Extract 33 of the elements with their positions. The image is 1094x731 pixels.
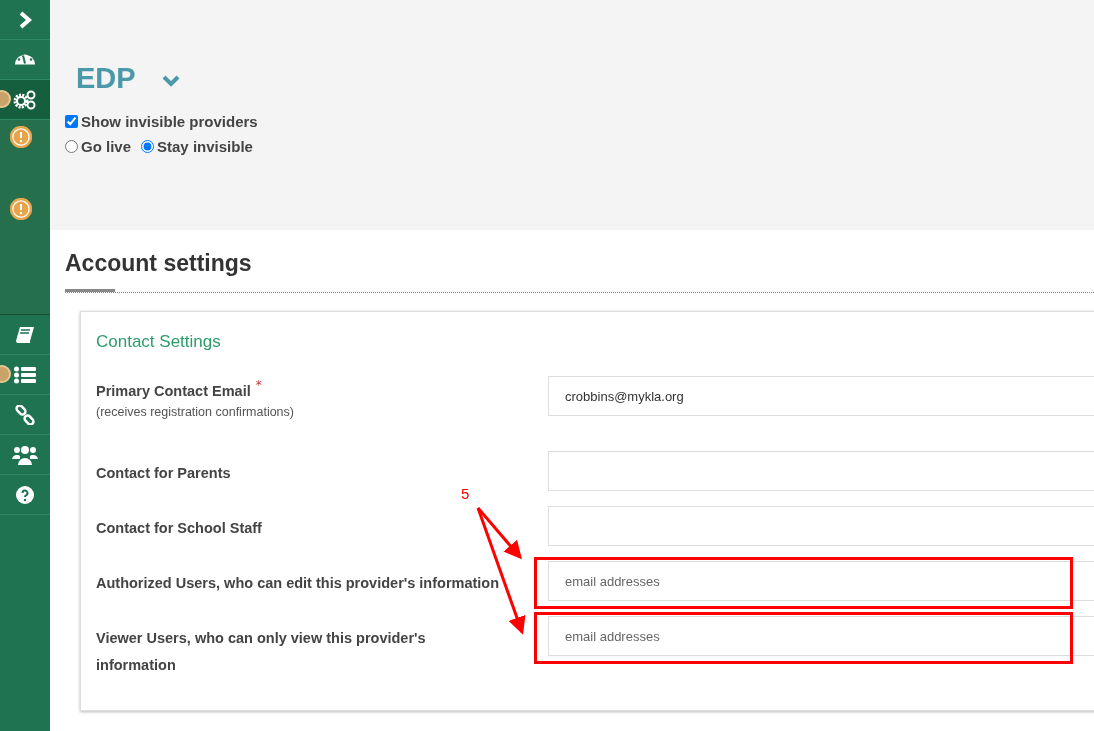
input-field[interactable] [548, 451, 1094, 491]
visibility-radio[interactable] [141, 140, 155, 153]
warning-icon [10, 126, 32, 148]
list-icon [14, 365, 36, 384]
required-asterisk: * [255, 378, 262, 392]
field-label: Contact for School Staff [96, 519, 263, 538]
field-label: Viewer Users, who can only view this provider's information [96, 629, 427, 675]
book-icon [15, 325, 35, 344]
field-label: Authorized Users, who can edit this provider's information [96, 574, 501, 593]
field-label: Contact for Parents [96, 464, 232, 483]
warning-icon [10, 198, 32, 220]
input-field[interactable]: email addresses [548, 616, 1094, 656]
input-field[interactable] [548, 506, 1094, 546]
field-hint: (receives registration confirmations) [96, 405, 295, 419]
gauge-icon [14, 54, 36, 65]
gears-icon [13, 89, 37, 110]
annotation-number: 5 [461, 485, 470, 502]
users-icon [12, 444, 38, 465]
radio-label: Stay invisible [157, 138, 253, 155]
show-invisible-checkbox[interactable] [65, 115, 78, 128]
field-label: Primary Contact Email [96, 382, 251, 401]
link-icon [15, 404, 35, 425]
sidebar-item[interactable] [0, 80, 50, 120]
section-heading: Account settings [65, 250, 253, 277]
checkbox-label: Show invisible providers [81, 113, 258, 130]
visibility-radio[interactable] [65, 140, 78, 153]
help-icon [16, 485, 34, 504]
card-title: Contact Settings [96, 332, 222, 352]
input-field[interactable]: email addresses [548, 561, 1094, 601]
input-field[interactable]: crobbins@mykla.org [548, 376, 1094, 416]
provider-title: EDP [76, 62, 136, 95]
radio-label: Go live [81, 138, 132, 155]
chevron-right-icon [18, 10, 32, 29]
